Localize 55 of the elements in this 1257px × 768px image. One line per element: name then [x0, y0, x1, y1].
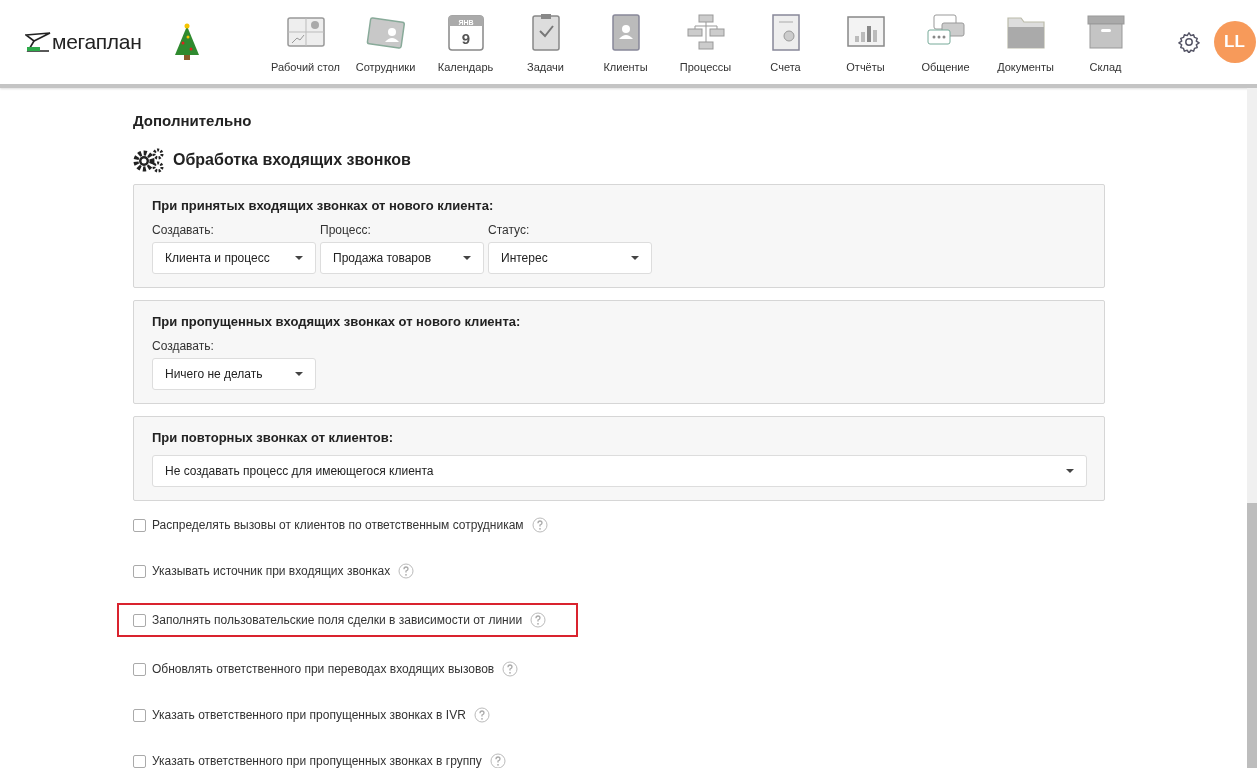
checkbox[interactable]	[133, 613, 146, 627]
settings-icon[interactable]	[1177, 31, 1200, 53]
field-label: Процесс:	[320, 223, 372, 237]
checkbox-label: Заполнять пользовательские поля сделки в зависимости от линии	[152, 613, 523, 627]
checkbox[interactable]	[133, 662, 146, 676]
dropdown[interactable]: Ничего не делать	[152, 358, 316, 390]
gears-icon	[133, 147, 165, 173]
nav-item[interactable]: Клиенты	[589, 11, 662, 73]
nav-item[interactable]: Отчёты	[829, 11, 902, 73]
panel-title: При повторных звонках от клиентов:	[152, 430, 395, 445]
help-icon[interactable]	[473, 707, 490, 723]
caret-icon	[463, 256, 471, 260]
checkbox[interactable]	[133, 518, 146, 532]
checkbox-label: Указать ответственного при пропущенных звонках в группу	[152, 754, 482, 768]
caret-icon	[295, 372, 303, 376]
section-title: Дополнительно	[133, 112, 253, 129]
field-label: Создавать:	[152, 339, 215, 353]
dropdown[interactable]: Продажа товаров	[320, 242, 484, 274]
flowchart-icon	[685, 11, 726, 52]
field-label: Создавать:	[152, 223, 215, 237]
help-icon[interactable]	[530, 612, 547, 628]
help-icon[interactable]	[398, 563, 415, 579]
scrollbar-thumb[interactable]	[1247, 503, 1257, 768]
checkbox[interactable]	[133, 754, 146, 768]
dropdown[interactable]: Клиента и процесс	[152, 242, 316, 274]
logo-text: мегаплан	[52, 32, 142, 52]
checkbox-label: Распределять вызовы от клиентов по ответственным сотрудникам	[152, 518, 524, 532]
caret-icon	[295, 256, 303, 260]
nav-item[interactable]: Сотрудники	[349, 11, 422, 73]
checkbox[interactable]	[133, 564, 146, 578]
nav-item[interactable]: Задачи	[509, 11, 582, 73]
help-icon[interactable]	[531, 517, 548, 533]
checkbox-label: Указывать источник при входящих звонках	[152, 564, 391, 578]
nav-item[interactable]: Рабочий стол	[269, 11, 342, 73]
checkbox-label: Указать ответственного при пропущенных звонках в IVR	[152, 708, 466, 722]
nav-item[interactable]: Склад	[1069, 11, 1142, 73]
dropdown[interactable]: Не создавать процесс для имеющегося клиента	[152, 455, 1087, 487]
paper-plane-icon	[25, 32, 51, 52]
nav-item[interactable]: Общение	[909, 11, 982, 73]
help-icon[interactable]	[489, 753, 506, 768]
dropdown[interactable]: Интерес	[488, 242, 652, 274]
caret-icon	[1066, 469, 1074, 473]
caret-icon	[631, 256, 639, 260]
scrollbar[interactable]	[1247, 88, 1257, 768]
nav-item[interactable]: Процессы	[669, 11, 742, 73]
panel-title: При пропущенных входящих звонках от нового клиента:	[152, 314, 522, 329]
checkbox-label: Обновлять ответственного при переводах входящих вызовов	[152, 662, 495, 676]
checkbox[interactable]	[133, 708, 146, 722]
nav-item[interactable]: Счета	[749, 11, 822, 73]
panel-title: При принятых входящих звонках от нового клиента:	[152, 198, 495, 213]
help-icon[interactable]	[502, 661, 519, 677]
subsection-title: Обработка входящих звонков	[173, 151, 411, 169]
logo[interactable]: мегаплан	[25, 32, 142, 52]
field-label: Статус:	[488, 223, 531, 237]
nav-item[interactable]: Документы	[989, 11, 1062, 73]
